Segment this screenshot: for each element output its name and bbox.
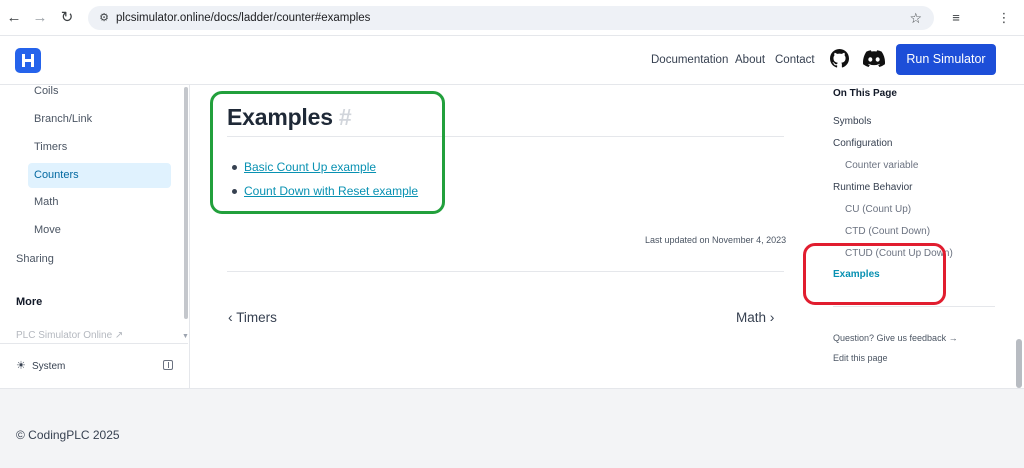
collapse-sidebar-icon[interactable]: [163, 360, 173, 370]
media-controls-icon[interactable]: ≡: [946, 8, 966, 28]
nav-documentation[interactable]: Documentation: [651, 53, 728, 67]
nav-about[interactable]: About: [735, 53, 765, 67]
nav-contact[interactable]: Contact: [775, 53, 815, 67]
sidebar-item-math[interactable]: Math: [28, 190, 171, 215]
prev-page-link[interactable]: ‹ Timers: [228, 309, 277, 326]
sidebar-heading-more: More: [16, 296, 43, 308]
scroll-down-arrow-icon[interactable]: ▼: [182, 333, 189, 340]
toc-link-ctd[interactable]: CTD (Count Down): [845, 226, 930, 238]
sidebar-scrollbar[interactable]: [184, 87, 188, 319]
github-icon[interactable]: [830, 49, 849, 68]
red-highlight-frame: [803, 243, 946, 305]
url-text[interactable]: plcsimulator.online/docs/ladder/counter#…: [116, 10, 370, 26]
next-page-label: Math: [736, 310, 767, 325]
arrow-left-icon[interactable]: ←: [4, 8, 24, 28]
feedback-link[interactable]: Question? Give us feedback →: [833, 332, 958, 344]
toc-link-cu[interactable]: CU (Count Up): [845, 204, 911, 216]
next-page-link[interactable]: Math ›: [736, 309, 774, 326]
sidebar-divider: [0, 343, 188, 344]
green-highlight-frame: [210, 91, 445, 214]
last-updated: Last updated on November 4, 2023: [645, 235, 787, 245]
sidebar-item-move[interactable]: Move: [28, 218, 171, 243]
address-bar[interactable]: ⚙ plcsimulator.online/docs/ladder/counte…: [88, 6, 934, 30]
sidebar-item-sharing[interactable]: Sharing: [16, 252, 54, 266]
reload-icon[interactable]: ↻: [57, 8, 77, 28]
sidebar-external-link[interactable]: PLC Simulator Online ↗: [16, 329, 123, 343]
chevron-right-icon: ›: [769, 309, 775, 325]
site-footer: © CodingPLC 2025: [0, 388, 1024, 468]
copyright-text: © CodingPLC 2025: [16, 428, 120, 442]
run-simulator-button[interactable]: Run Simulator: [896, 44, 996, 75]
site-info-icon[interactable]: ⚙: [96, 10, 112, 26]
page-scrollbar[interactable]: [1016, 339, 1022, 388]
browser-toolbar: ← → ↻ ⚙ plcsimulator.online/docs/ladder/…: [0, 0, 1024, 36]
discord-icon[interactable]: [863, 50, 885, 67]
arrow-right-icon[interactable]: →: [30, 8, 50, 28]
kebab-menu-icon[interactable]: ⋮: [994, 8, 1014, 28]
theme-switcher[interactable]: ☀ System: [16, 359, 65, 374]
edit-page-link[interactable]: Edit this page: [833, 352, 888, 364]
toc-title: On This Page: [833, 88, 897, 99]
sidebar-item-counters[interactable]: Counters: [28, 163, 171, 188]
sidebar-item-branch-link[interactable]: Branch/Link: [28, 107, 171, 132]
theme-label: System: [32, 361, 66, 372]
sun-icon: ☀: [16, 360, 26, 372]
prev-page-label: Timers: [236, 310, 277, 325]
sidebar-item-coils[interactable]: Coils: [28, 79, 171, 104]
chevron-left-icon: ‹: [228, 309, 233, 325]
bookmark-star-icon[interactable]: ☆: [909, 9, 922, 27]
logo[interactable]: [15, 48, 41, 73]
toc-link-counter-variable[interactable]: Counter variable: [845, 160, 918, 172]
docs-sidebar: Coils Branch/Link Timers Counters Math M…: [0, 85, 190, 388]
toc-divider: [833, 306, 995, 307]
toc-link-configuration[interactable]: Configuration: [833, 138, 892, 150]
pagination-divider: [227, 271, 784, 272]
toc-link-runtime-behavior[interactable]: Runtime Behavior: [833, 182, 912, 194]
toc-link-symbols[interactable]: Symbols: [833, 116, 871, 128]
site-header: Documentation About Contact Run Simulato…: [0, 36, 1024, 85]
sidebar-item-timers[interactable]: Timers: [28, 135, 171, 160]
